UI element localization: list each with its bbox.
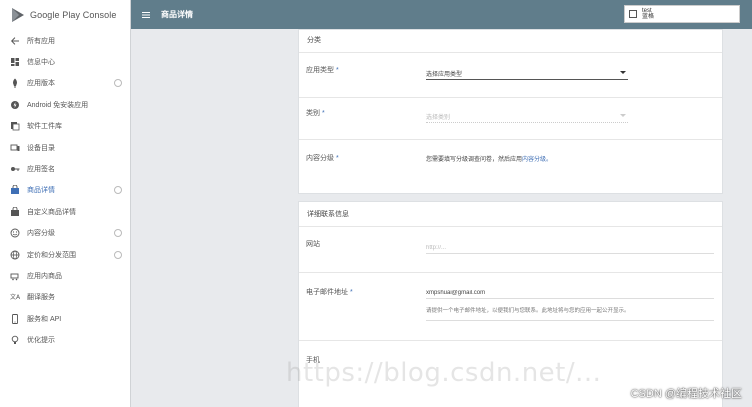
- required-mark: *: [321, 110, 325, 117]
- sidebar-item-5[interactable]: 设备目录: [0, 137, 130, 158]
- rating-icon: [10, 228, 20, 238]
- key-icon: [10, 164, 20, 174]
- lightbulb-icon: [10, 335, 20, 345]
- phone-icon: [10, 313, 20, 324]
- sidebar-item-label: 应用签名: [27, 166, 55, 174]
- sidebar-item-label: 翻译服务: [27, 294, 55, 302]
- sidebar-item-9[interactable]: 内容分级: [0, 223, 130, 244]
- email-row: 电子邮件地址 * 请提供一个电子邮件地址，以便我们与您联系。此地址将与您的应用一…: [299, 272, 722, 340]
- content-rating-label: 内容分级: [306, 155, 334, 162]
- rocket-icon: [10, 78, 20, 88]
- sidebar-item-2[interactable]: 应用版本: [0, 73, 130, 94]
- content-rating-text: 您需要填写分级调查问卷，然后应用内容分级。: [426, 157, 553, 163]
- sidebar-item-4[interactable]: 软件工件库: [0, 116, 130, 137]
- sidebar-item-13[interactable]: 服务和 API: [0, 308, 130, 329]
- website-label: 网站: [306, 241, 320, 248]
- sidebar-item-label: 商品详情: [27, 187, 55, 195]
- section-title-contact: 详细联系信息: [307, 211, 349, 218]
- categorization-card: 分类 应用类型 * 选择应用类型 类别 * 选择类别 内容分级 * 您需要填写分…: [298, 29, 723, 194]
- help-icon[interactable]: [114, 79, 122, 88]
- website-row: 网站: [299, 226, 722, 272]
- sidebar-item-label: 应用版本: [27, 80, 55, 88]
- arrow-left-icon: [10, 36, 20, 46]
- brand[interactable]: Google Play Console: [0, 0, 130, 30]
- dashboard-icon: [10, 57, 20, 67]
- app-type-row: 应用类型 * 选择应用类型: [299, 52, 722, 97]
- sidebar-item-11[interactable]: 应用内商品: [0, 265, 130, 286]
- dropdown-caret-icon: [620, 71, 626, 74]
- top-bar: 商品详情 test 蓝格: [131, 0, 752, 29]
- sidebar-item-label: 自定义商品详情: [27, 208, 76, 216]
- watermark: https://blog.csdn.net/...: [286, 358, 602, 388]
- sidebar-item-14[interactable]: 优化提示: [0, 329, 130, 350]
- sidebar-item-label: 所有应用: [27, 37, 55, 45]
- required-mark: *: [335, 67, 339, 74]
- library-icon: [10, 121, 20, 131]
- sidebar-item-3[interactable]: Android 免安装应用: [0, 94, 130, 115]
- content-rating-row: 内容分级 * 您需要填写分级调查问卷，然后应用内容分级。: [299, 139, 722, 189]
- help-icon[interactable]: [114, 186, 122, 195]
- dropdown-caret-icon: [620, 114, 626, 117]
- menu-icon[interactable]: [141, 10, 151, 20]
- category-select[interactable]: 选择类别: [426, 109, 628, 123]
- email-hint: 请提供一个电子邮件地址，以便我们与您联系。此地址将与您的应用一起公开显示。: [426, 303, 714, 321]
- instant-app-icon: [10, 100, 20, 110]
- category-row: 类别 * 选择类别: [299, 97, 722, 139]
- category-value: 选择类别: [426, 115, 451, 121]
- sidebar-item-1[interactable]: 信息中心: [0, 51, 130, 72]
- account-subtitle: 蓝格: [642, 14, 655, 20]
- sidebar-item-label: 服务和 API: [27, 315, 62, 323]
- required-mark: *: [349, 289, 353, 296]
- sidebar-item-6[interactable]: 应用签名: [0, 158, 130, 179]
- sidebar-item-7[interactable]: 商品详情: [0, 180, 130, 201]
- translate-icon: 文A: [10, 292, 20, 302]
- sidebar-item-label: 设备目录: [27, 144, 55, 152]
- devices-icon: [10, 143, 20, 153]
- email-label: 电子邮件地址: [306, 289, 348, 296]
- sidebar-item-12[interactable]: 文A 翻译服务: [0, 287, 130, 308]
- store-custom-icon: [10, 206, 20, 217]
- svg-text:文A: 文A: [10, 293, 20, 301]
- sidebar-item-10[interactable]: 定价和分发范围: [0, 244, 130, 265]
- brand-name: Google Play Console: [30, 10, 117, 20]
- app-type-select[interactable]: 选择应用类型: [426, 66, 628, 80]
- main-content: 分类 应用类型 * 选择应用类型 类别 * 选择类别 内容分级 * 您需要填写分…: [131, 29, 752, 407]
- content-rating-link[interactable]: 内容分级。: [522, 157, 552, 163]
- sidebar-item-label: 应用内商品: [27, 272, 62, 280]
- category-label: 类别: [306, 110, 320, 117]
- sidebar-nav: 所有应用信息中心应用版本 Android 免安装应用 软件工件库设备目录应用签名商品…: [0, 30, 130, 351]
- help-icon[interactable]: [114, 250, 122, 259]
- store-icon: [10, 185, 20, 195]
- account-switcher[interactable]: test 蓝格: [624, 5, 740, 23]
- cart-icon: [10, 271, 20, 281]
- account-icon: [629, 10, 637, 18]
- google-play-logo-icon: [12, 8, 24, 22]
- app-type-value: 选择应用类型: [426, 72, 463, 78]
- required-mark: *: [335, 155, 339, 162]
- sidebar-item-label: 优化提示: [27, 337, 55, 345]
- help-icon[interactable]: [114, 229, 122, 238]
- sidebar-item-0[interactable]: 所有应用: [0, 30, 130, 51]
- sidebar: Google Play Console 所有应用信息中心应用版本 Android …: [0, 0, 131, 407]
- credit-watermark: CSDN @编程技术社区: [630, 388, 742, 400]
- sidebar-item-label: 内容分级: [27, 230, 55, 238]
- section-title-categorization: 分类: [307, 37, 321, 44]
- sidebar-item-label: 软件工件库: [27, 123, 62, 131]
- sidebar-item-label: 信息中心: [27, 59, 55, 67]
- email-input[interactable]: [426, 286, 714, 299]
- website-input[interactable]: [426, 241, 714, 254]
- globe-icon: [10, 250, 20, 260]
- sidebar-item-8[interactable]: 自定义商品详情: [0, 201, 130, 222]
- page-title: 商品详情: [161, 10, 193, 19]
- app-type-label: 应用类型: [306, 67, 334, 74]
- sidebar-item-label: 定价和分发范围: [27, 251, 76, 259]
- sidebar-item-label: Android 免安装应用: [27, 101, 89, 109]
